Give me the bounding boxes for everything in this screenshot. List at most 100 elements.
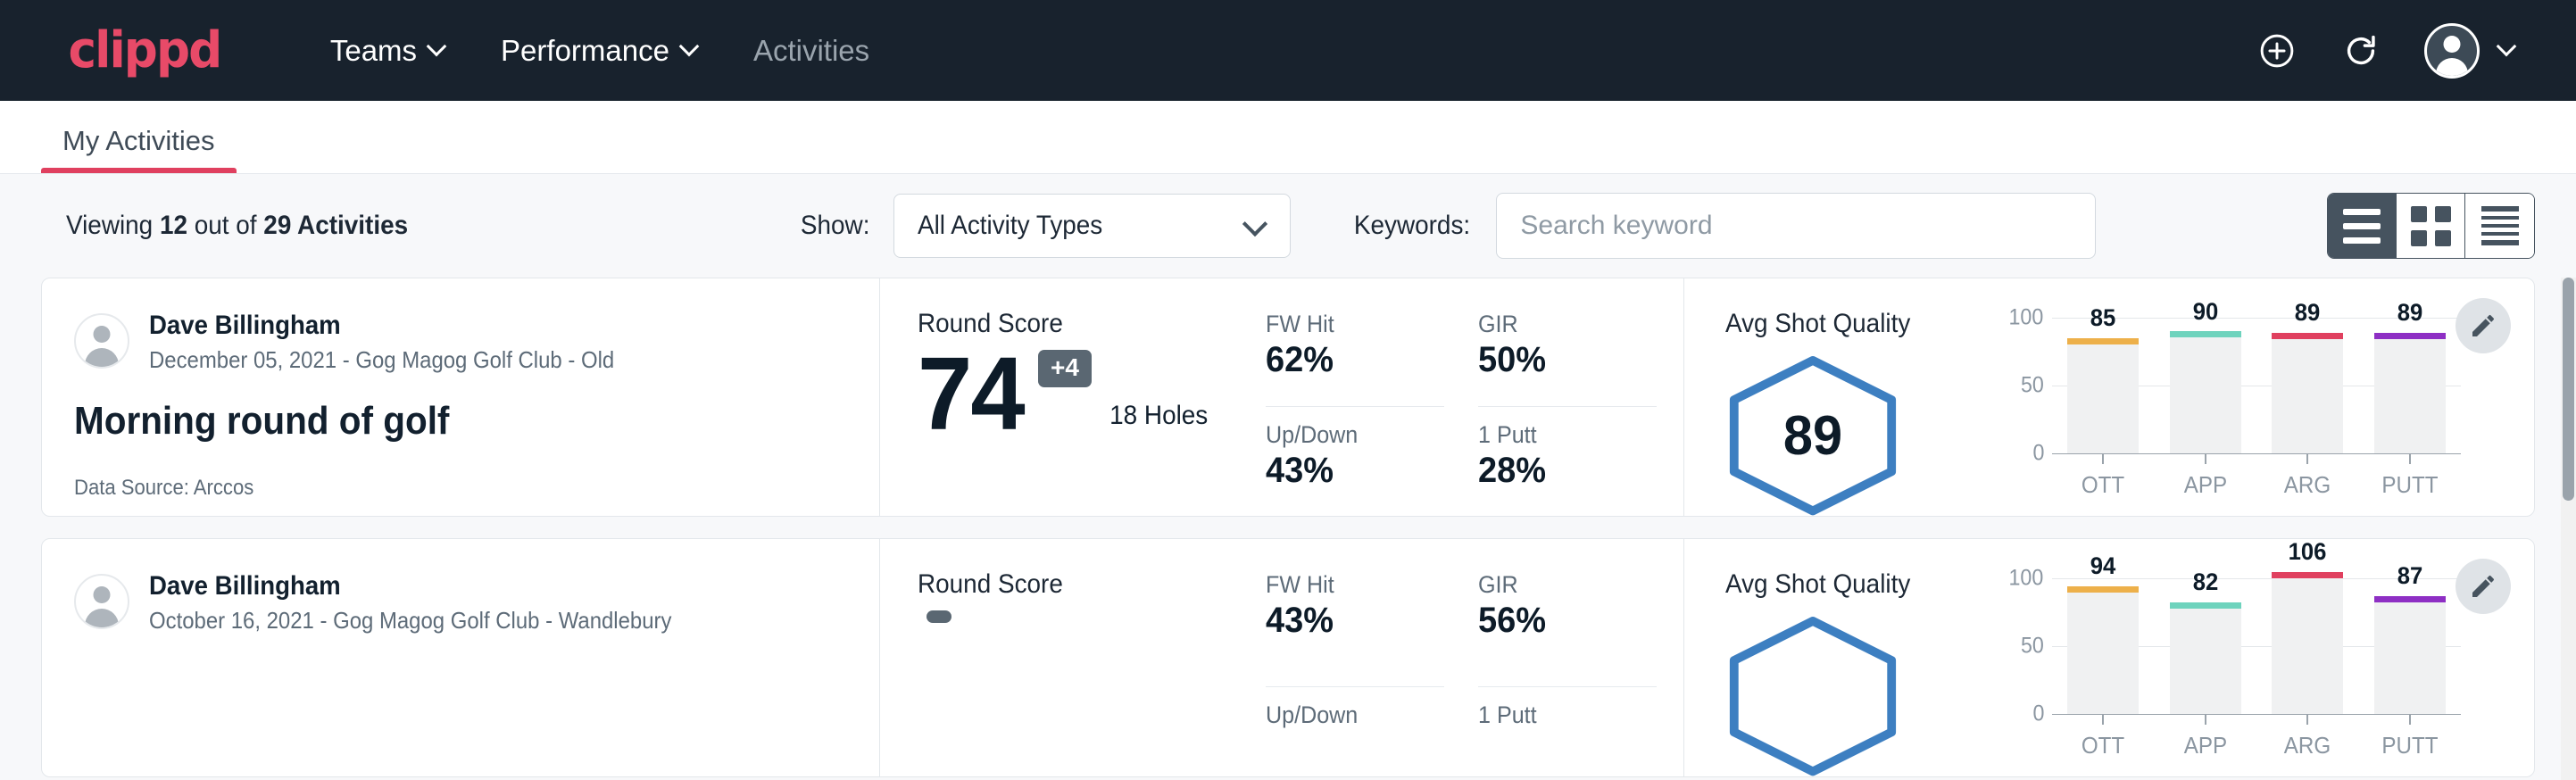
- stat-value: 56%: [1478, 601, 1648, 641]
- stat-label: 1 Putt: [1478, 701, 1644, 729]
- bar-slot-arg: 106: [2268, 578, 2347, 714]
- bar-cap-app: [2170, 602, 2241, 609]
- tab-my-activities-label: My Activities: [62, 125, 215, 156]
- bar-cap-putt: [2374, 333, 2446, 339]
- x-tick-app: APP: [2166, 714, 2245, 759]
- activity-type-select[interactable]: All Activity Types: [893, 194, 1291, 258]
- clippd-logo[interactable]: clippd: [68, 26, 220, 76]
- search-input[interactable]: [1496, 193, 2096, 259]
- x-tick-label: ARG: [2271, 471, 2344, 499]
- bar-value: 89: [2372, 299, 2447, 327]
- nav-item-activities[interactable]: Activities: [727, 34, 896, 68]
- stat-value: 28%: [1478, 451, 1648, 491]
- top-navigation-bar: clippd Teams Performance Activities: [0, 0, 2576, 101]
- scrollbar-thumb[interactable]: [2563, 278, 2574, 501]
- stat-label: Up/Down: [1266, 701, 1432, 729]
- bar-value: 106: [2270, 538, 2345, 566]
- stat-one-putt: 1 Putt 28%: [1478, 421, 1657, 517]
- page-scrollbar[interactable]: [2561, 278, 2576, 780]
- x-tick-arg: ARG: [2268, 453, 2347, 499]
- tick-mark: [2102, 453, 2104, 464]
- tab-my-activities[interactable]: My Activities: [41, 125, 237, 173]
- chart-plot-area: 85 90 89 89: [2052, 318, 2461, 453]
- stat-label: FW Hit: [1266, 311, 1432, 338]
- stat-up-down: Up/Down 43%: [1266, 421, 1444, 517]
- viewing-prefix: Viewing: [66, 211, 160, 240]
- edit-activity-button[interactable]: [2456, 298, 2511, 353]
- bar-cap-ott: [2067, 586, 2139, 593]
- bar-cap-app: [2170, 331, 2241, 337]
- bar-slot-putt: 89: [2371, 318, 2449, 453]
- avatar: [74, 574, 129, 629]
- stat-gir: GIR 50%: [1478, 311, 1657, 407]
- nav-item-teams[interactable]: Teams: [303, 34, 474, 68]
- chevron-down-icon: [1245, 215, 1267, 236]
- tick-mark: [2306, 453, 2308, 464]
- tick-mark: [2306, 714, 2308, 725]
- stat-value: 43%: [1266, 601, 1435, 641]
- chart-bars: 94 82 106 8: [2052, 578, 2461, 714]
- shot-quality-hexagon: 89: [1725, 355, 1900, 516]
- nav-item-teams-label: Teams: [330, 34, 417, 68]
- round-score-value: 74: [918, 346, 1024, 442]
- chart-bars: 85 90 89 89: [2052, 318, 2461, 453]
- viewing-count: 12: [160, 211, 187, 240]
- holes-count: 18 Holes: [1109, 401, 1208, 442]
- activity-card[interactable]: Dave Billingham October 16, 2021 - Gog M…: [41, 538, 2535, 777]
- bar-cap-ott: [2067, 338, 2139, 344]
- activity-list: Dave Billingham December 05, 2021 - Gog …: [0, 278, 2576, 777]
- x-tick-putt: PUTT: [2371, 453, 2449, 499]
- nav-item-performance[interactable]: Performance: [474, 34, 727, 68]
- bar-slot-ott: 94: [2064, 578, 2142, 714]
- stat-value: 43%: [1266, 451, 1435, 491]
- round-score-label: Round Score: [918, 309, 1242, 339]
- chart-y-axis: 100 50 0: [1997, 318, 2045, 453]
- x-tick-app: APP: [2166, 453, 2245, 499]
- chart-plot-area: 94 82 106 8: [2052, 578, 2461, 714]
- show-label: Show:: [801, 211, 870, 241]
- avg-shot-quality-value: 89: [1729, 355, 1897, 516]
- x-tick-label: OTT: [2066, 732, 2140, 759]
- activity-meta: October 16, 2021 - Gog Magog Golf Club -…: [149, 607, 671, 635]
- stat-gir: GIR 56%: [1478, 571, 1657, 687]
- bar-cap-putt: [2374, 596, 2446, 602]
- view-mode-toggle: [2327, 193, 2535, 259]
- account-menu[interactable]: [2424, 23, 2517, 79]
- activity-title: Morning round of golf: [74, 399, 815, 444]
- activity-type-select-value: All Activity Types: [918, 211, 1222, 241]
- x-tick-label: APP: [2169, 732, 2242, 759]
- chart-x-axis: OTT APP ARG PUTT: [2052, 453, 2461, 499]
- round-score-row: [918, 607, 1266, 623]
- compact-list-icon: [2481, 206, 2519, 245]
- edit-activity-button[interactable]: [2456, 559, 2511, 614]
- avatar: [74, 313, 129, 369]
- primary-nav: Teams Performance Activities: [303, 34, 896, 68]
- add-icon[interactable]: [2256, 30, 2298, 71]
- chart-y-axis: 100 50 0: [1997, 578, 2045, 714]
- activity-card[interactable]: Dave Billingham December 05, 2021 - Gog …: [41, 278, 2535, 517]
- filter-bar: Viewing 12 out of 29 Activities Show: Al…: [0, 174, 2576, 278]
- list-icon: [2343, 209, 2381, 244]
- keywords-label: Keywords:: [1354, 211, 1470, 241]
- bar-value: 85: [2065, 304, 2140, 332]
- chart-x-axis: OTT APP ARG PUTT: [2052, 714, 2461, 759]
- bar-value: 87: [2372, 562, 2447, 590]
- round-score-label: Round Score: [918, 569, 1242, 600]
- score-differential-badge: +4: [1038, 350, 1092, 387]
- refresh-icon[interactable]: [2340, 30, 2381, 71]
- activity-summary: Dave Billingham October 16, 2021 - Gog M…: [42, 539, 879, 776]
- chevron-down-icon: [2499, 39, 2517, 57]
- x-tick-ott: OTT: [2064, 453, 2142, 499]
- tab-bar: My Activities: [0, 101, 2576, 174]
- score-section: Round Score 74 +4 18 Holes FW Hit 62% GI…: [880, 278, 1683, 516]
- avg-shot-quality-block: Avg Shot Quality: [1725, 569, 1975, 776]
- compact-view-button[interactable]: [2465, 194, 2534, 258]
- viewing-summary: Viewing 12 out of 29 Activities: [66, 211, 408, 241]
- x-tick-ott: OTT: [2064, 714, 2142, 759]
- list-view-button[interactable]: [2328, 194, 2397, 258]
- grid-view-button[interactable]: [2397, 194, 2465, 258]
- player-name: Dave Billingham: [149, 309, 614, 343]
- stats-grid: FW Hit 43% GIR 56% Up/Down 1 Putt: [1266, 569, 1657, 776]
- stat-label: FW Hit: [1266, 571, 1432, 599]
- stat-up-down: Up/Down: [1266, 701, 1444, 776]
